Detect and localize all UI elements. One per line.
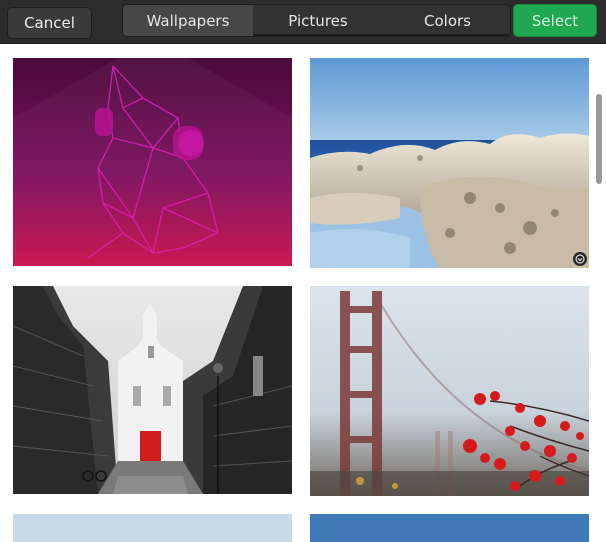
- wallpaper-thumb-purple-origami[interactable]: [13, 58, 292, 266]
- stack-switcher: Wallpapers Pictures Colors: [122, 4, 511, 37]
- wallpaper-grid: [0, 44, 606, 542]
- wallpaper-thumb-rocky-coast[interactable]: [310, 58, 589, 268]
- wallpaper-thumb-church-alley[interactable]: [13, 286, 292, 494]
- header-bar: Cancel Wallpapers Pictures Colors Select: [0, 0, 606, 44]
- tab-colors[interactable]: Colors: [383, 5, 510, 36]
- select-button[interactable]: Select: [513, 4, 597, 37]
- selected-indicator-icon: [573, 252, 587, 266]
- tab-wallpapers[interactable]: Wallpapers: [123, 5, 253, 36]
- scrollbar-thumb[interactable]: [596, 94, 602, 184]
- wallpaper-thumb-golden-gate[interactable]: [310, 286, 589, 496]
- wallpaper-thumb-blue-sky[interactable]: [310, 514, 589, 542]
- tab-pictures[interactable]: Pictures: [253, 5, 383, 36]
- wallpaper-thumb-pale-sky[interactable]: [13, 514, 292, 542]
- cancel-button[interactable]: Cancel: [7, 7, 92, 39]
